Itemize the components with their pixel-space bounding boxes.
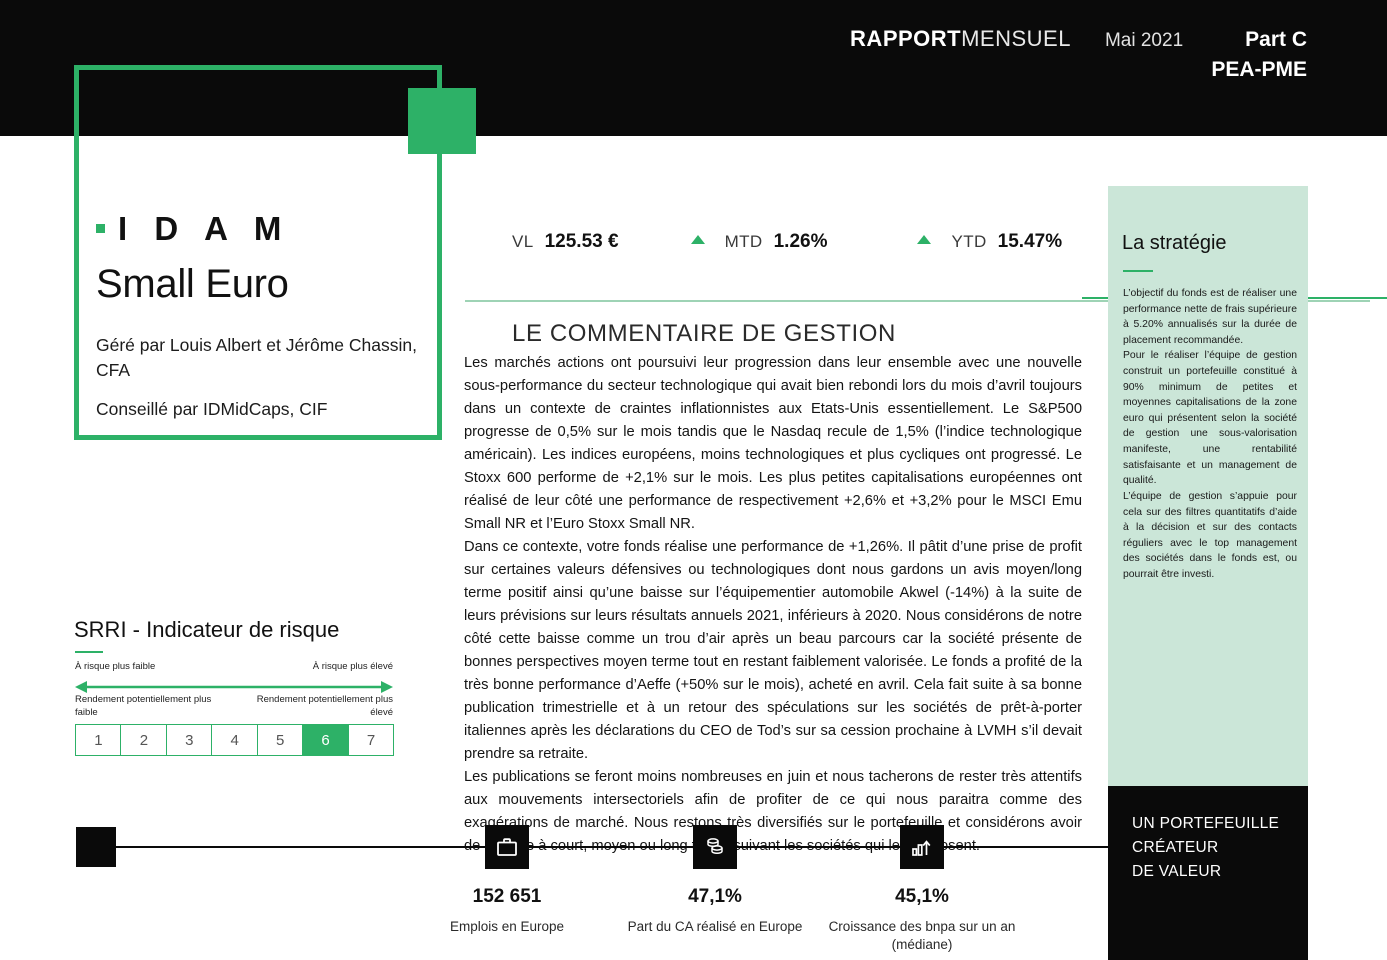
accent-square [408, 88, 476, 154]
stat-eps-growth: 45,1% Croissance des bnpa sur un an (méd… [807, 825, 1037, 954]
coins-icon [693, 825, 737, 869]
report-title: RAPPORTMENSUEL [850, 26, 1071, 51]
srri-level-6-active[interactable]: 6 [302, 724, 350, 756]
metric-mtd: MTD 1.26% [690, 231, 828, 253]
managed-by-text: Géré par Louis Albert et Jérôme Chassin,… [96, 335, 417, 381]
arrow-up-icon [917, 235, 932, 244]
strategy-heading: La stratégie [1122, 232, 1227, 254]
advised-by-text: Conseillé par IDMidCaps, CIF [96, 398, 328, 419]
srri-level-1[interactable]: 1 [75, 724, 122, 756]
bar-chart-up-icon [900, 825, 944, 869]
stat-eps-growth-value: 45,1% [895, 886, 949, 907]
srri-double-arrow-icon [75, 680, 393, 693]
value-line-2: CRÉATEUR [1132, 839, 1219, 857]
stat-employment-value: 152 651 [472, 886, 542, 907]
idam-logo: I D A M [96, 212, 436, 245]
logo-wordmark: I D A M [118, 210, 291, 247]
commentary-paragraph: Les marchés actions ont poursuivi leur p… [464, 355, 1082, 532]
value-proposition-panel: UN PORTEFEUILLE CRÉATEUR DE VALEUR [1108, 786, 1308, 960]
srri-level-7[interactable]: 7 [347, 724, 395, 756]
value-line-1: UN PORTEFEUILLE [1132, 815, 1280, 832]
srri-level-4[interactable]: 4 [211, 724, 259, 756]
srri-sub-right: Rendement potentiellement plus élevé [256, 694, 393, 718]
commentary-body: Les marchés actions ont poursuivi leur p… [464, 352, 1082, 858]
logo-dot-icon [96, 224, 105, 233]
report-date: Mai 2021 [1104, 30, 1184, 51]
metric-ytd-value: 15.47% [997, 231, 1063, 252]
srri-caption-right: À risque plus élevé [312, 661, 393, 672]
strategy-rule [1123, 270, 1153, 272]
fund-name: Small Euro [96, 262, 289, 306]
srri-level-2[interactable]: 2 [120, 724, 168, 756]
srri-scale: 1 2 3 4 5 6 7 [75, 724, 395, 756]
stat-eps-growth-label: Croissance des bnpa sur un an (médiane) [828, 919, 1016, 953]
srri-level-5[interactable]: 5 [256, 724, 304, 756]
srri-sub-left: Rendement potentiellement plus faible [75, 694, 212, 718]
commentary-paragraph: Dans ce contexte, votre fonds réalise un… [464, 539, 1082, 762]
metric-vl: VL 125.53 € [512, 231, 619, 253]
srri-heading: SRRI - Indicateur de risque [74, 617, 340, 642]
stat-revenue-share: 47,1% Part du CA réalisé en Europe [600, 825, 830, 936]
srri-level-3[interactable]: 3 [165, 724, 213, 756]
strategy-paragraph: L’équipe de gestion s’appuie pour cela s… [1123, 490, 1297, 580]
strategy-panel: La stratégie L’objectif du fonds est de … [1108, 186, 1308, 786]
key-metrics-row: VL 125.53 € MTD 1.26% YTD 15.47% [512, 231, 1062, 253]
briefcase-icon [485, 825, 529, 869]
metric-vl-label: VL [512, 232, 534, 251]
value-line-3: DE VALEUR [1132, 863, 1222, 881]
timeline-start-marker [76, 827, 116, 867]
value-proposition-text: UN PORTEFEUILLE CRÉATEUR DE VALEUR [1132, 812, 1279, 884]
metric-mtd-value: 1.26% [773, 231, 828, 252]
stat-revenue-share-label: Part du CA réalisé en Europe [627, 919, 803, 934]
srri-rule [75, 651, 103, 653]
wrapper-label: PEA-PME [1211, 58, 1307, 81]
share-class-label: Part C [1245, 28, 1307, 51]
metric-mtd-label: MTD [724, 232, 763, 251]
header-meta-row: RAPPORTMENSUEL Mai 2021 Part C [850, 26, 1307, 52]
strategy-body: L’objectif du fonds est de réaliser une … [1123, 286, 1297, 583]
stat-revenue-share-value: 47,1% [688, 886, 742, 907]
strategy-paragraph: L’objectif du fonds est de réaliser une … [1123, 288, 1297, 346]
strategy-paragraph: Pour le réaliser l’équipe de gestion con… [1123, 350, 1297, 487]
metric-vl-value: 125.53 € [544, 231, 619, 252]
stat-employment: 152 651 Emplois en Europe [392, 825, 622, 936]
commentary-heading: LE COMMENTAIRE DE GESTION [512, 320, 896, 347]
arrow-up-icon [690, 235, 705, 244]
metric-ytd: YTD 15.47% [917, 231, 1062, 253]
metric-ytd-label: YTD [951, 232, 987, 251]
identity-block: I D A M Small Euro Géré par Louis Albert… [96, 212, 436, 421]
stat-employment-label: Emplois en Europe [449, 919, 565, 934]
